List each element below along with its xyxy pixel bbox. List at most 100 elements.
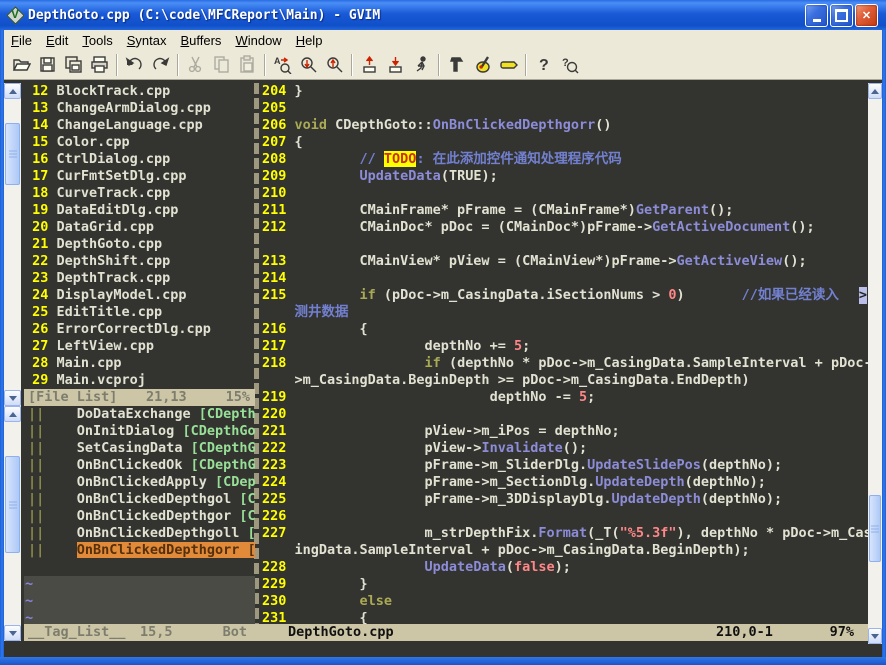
code-line[interactable]: 204} [262, 83, 868, 100]
load-session-button[interactable] [356, 52, 382, 78]
minimize-button[interactable] [805, 4, 828, 27]
code-line[interactable]: 209 UpdateData(TRUE); [262, 168, 868, 185]
main-scrollbar[interactable] [868, 83, 882, 644]
code-line[interactable]: 225 pFrame->m_3DDisplayDlg.UpdateDepth(d… [262, 491, 868, 508]
fold-column-icon[interactable]: || [28, 474, 44, 490]
code-line[interactable]: 226 [262, 508, 868, 525]
file-list-item[interactable]: 12BlockTrack.cpp [24, 83, 251, 100]
code-line[interactable]: 218 if (depthNo * pDoc->m_CasingData.Sam… [262, 355, 868, 372]
menu-item-help[interactable]: Help [289, 31, 330, 50]
code-line[interactable]: 224 pFrame->m_SectionDlg.UpdateDepth(dep… [262, 474, 868, 491]
code-line[interactable]: 215 if (pDoc->m_CasingData.iSectionNums … [262, 287, 868, 304]
menu-item-syntax[interactable]: Syntax [120, 31, 174, 50]
code-line[interactable]: 210 [262, 185, 868, 202]
code-line-wrap[interactable]: ingData.SampleInterval + pDoc->m_CasingD… [262, 542, 868, 559]
file-list-item[interactable]: 15Color.cpp [24, 134, 251, 151]
find-help-button[interactable]: ? [556, 52, 582, 78]
fold-column-icon[interactable]: || [28, 406, 44, 422]
scroll-up-button[interactable] [4, 83, 21, 99]
find-next-button[interactable] [295, 52, 321, 78]
undo-button[interactable] [121, 52, 147, 78]
open-button[interactable] [8, 52, 34, 78]
code-line[interactable]: 229 } [262, 576, 868, 593]
file-list-item[interactable]: 19DataEditDlg.cpp [24, 202, 251, 219]
tag-list-item[interactable]: || OnBnClickedDepthgorr [ [24, 542, 255, 559]
find-prev-button[interactable] [321, 52, 347, 78]
file-list-item[interactable]: 27LeftView.cpp [24, 338, 251, 355]
code-line[interactable]: 206void CDepthGoto::OnBnClickedDepthgorr… [262, 117, 868, 134]
scrollbar-thumb[interactable] [869, 495, 881, 562]
fold-column-icon[interactable]: || [28, 542, 44, 558]
save-button[interactable] [34, 52, 60, 78]
code-line[interactable]: 230 else [262, 593, 868, 610]
code-line[interactable]: 216 { [262, 321, 868, 338]
fold-column-icon[interactable]: || [28, 423, 44, 439]
file-list-item[interactable]: 26ErrorCorrectDlg.cpp [24, 321, 251, 338]
code-line[interactable]: 205 [262, 100, 868, 117]
tag-list-item[interactable]: || OnBnClickedDepthgor [C [24, 508, 255, 525]
menu-item-file[interactable]: File [4, 31, 39, 50]
file-list-item[interactable]: 21DepthGoto.cpp [24, 236, 251, 253]
code-line[interactable]: 213 CMainView* pView = (CMainView*)pFram… [262, 253, 868, 270]
fold-column-icon[interactable]: || [28, 491, 44, 507]
run-script-button[interactable] [408, 52, 434, 78]
tag-list-item[interactable]: || OnInitDialog [CDepthGo [24, 423, 255, 440]
save-all-button[interactable] [60, 52, 86, 78]
file-list-item[interactable]: 28Main.cpp [24, 355, 251, 372]
tag-list-item[interactable]: || SetCasingData [CDepthG [24, 440, 255, 457]
scroll-down-button[interactable] [868, 628, 882, 644]
code-line[interactable]: 228 UpdateData(false); [262, 559, 868, 576]
tag-list-item[interactable]: || OnBnClickedDepthgoll [ [24, 525, 255, 542]
save-session-button[interactable] [382, 52, 408, 78]
file-list-item[interactable]: 18CurveTrack.cpp [24, 185, 251, 202]
code-line[interactable]: 212 CMainDoc* pDoc = (CMainDoc*)pFrame->… [262, 219, 868, 236]
make-button[interactable] [443, 52, 469, 78]
menu-item-buffers[interactable]: Buffers [173, 31, 228, 50]
scrollbar-thumb[interactable] [5, 123, 20, 185]
fold-column-icon[interactable]: || [28, 457, 44, 473]
help-button[interactable]: ? [530, 52, 556, 78]
code-line-wrap[interactable]: >m_CasingData.BeginDepth >= pDoc->m_Casi… [262, 372, 868, 389]
code-line-wrap[interactable] [262, 236, 868, 253]
file-list-item[interactable]: 29Main.vcproj [24, 372, 251, 389]
file-list-item[interactable]: 17CurFmtSetDlg.cpp [24, 168, 251, 185]
close-button[interactable]: ✕ [855, 4, 878, 27]
tag-list-scrollbar[interactable] [4, 406, 21, 641]
code-line[interactable]: 223 pFrame->m_SliderDlg.UpdateSlidePos(d… [262, 457, 868, 474]
scroll-down-button[interactable] [4, 390, 21, 406]
current-tag-highlight[interactable]: OnBnClickedDepthgorr [ [77, 542, 255, 558]
redo-button[interactable] [147, 52, 173, 78]
file-list-scrollbar[interactable] [4, 83, 21, 406]
code-line[interactable]: 207{ [262, 134, 868, 151]
menu-item-edit[interactable]: Edit [39, 31, 75, 50]
file-list-item[interactable]: 25EditTitle.cpp [24, 304, 251, 321]
build-tags-button[interactable] [469, 52, 495, 78]
menu-item-tools[interactable]: Tools [75, 31, 119, 50]
code-line[interactable]: 222 pView->Invalidate(); [262, 440, 868, 457]
code-line[interactable]: 221 pView->m_iPos = depthNo; [262, 423, 868, 440]
file-list-item[interactable]: 20DataGrid.cpp [24, 219, 251, 236]
fold-column-icon[interactable]: || [28, 508, 44, 524]
scroll-up-button[interactable] [868, 83, 882, 99]
tag-list-item[interactable]: || DoDataExchange [CDepth [24, 406, 255, 423]
fold-column-icon[interactable]: || [28, 525, 44, 541]
file-list-item[interactable]: 22DepthShift.cpp [24, 253, 251, 270]
title-bar[interactable]: V DepthGoto.cpp (C:\code\MFCReport\Main)… [0, 0, 886, 30]
tag-list-item[interactable]: || OnBnClickedApply [CDep [24, 474, 255, 491]
code-line[interactable]: 208 // TODO: 在此添加控件通知处理程序代码 [262, 151, 868, 168]
tag-list-item[interactable]: || OnBnClickedDepthgol [C [24, 491, 255, 508]
file-list-item[interactable]: 16CtrlDialog.cpp [24, 151, 251, 168]
command-line[interactable] [4, 641, 882, 657]
code-line[interactable]: 217 depthNo += 5; [262, 338, 868, 355]
file-list-item[interactable]: 24DisplayModel.cpp [24, 287, 251, 304]
file-list-item[interactable]: 23DepthTrack.cpp [24, 270, 251, 287]
menu-item-window[interactable]: Window [228, 31, 288, 50]
find-replace-button[interactable]: A [269, 52, 295, 78]
code-line[interactable]: 214 [262, 270, 868, 287]
scroll-down-button[interactable] [4, 625, 21, 641]
fold-column-icon[interactable]: || [28, 440, 44, 456]
tag-jump-button[interactable] [495, 52, 521, 78]
tag-list-item[interactable]: || OnBnClickedOk [CDepthG [24, 457, 255, 474]
maximize-button[interactable] [830, 4, 853, 27]
code-line[interactable]: 220 [262, 406, 868, 423]
